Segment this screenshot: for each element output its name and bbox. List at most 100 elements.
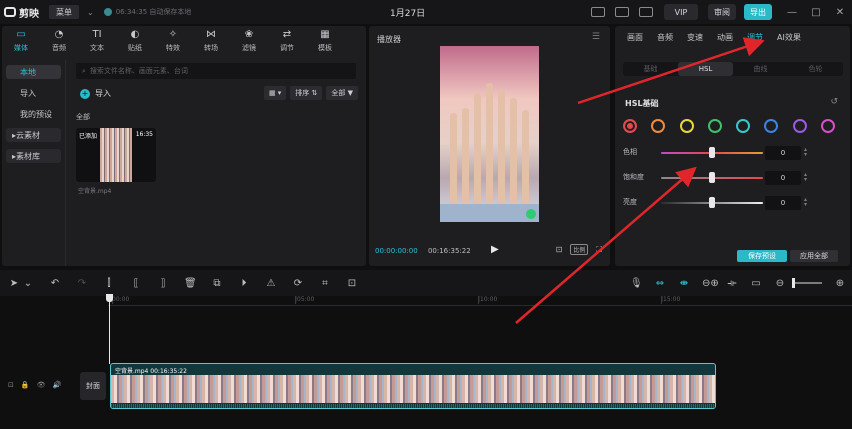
search-input[interactable]: ⌕ 搜索文件名称、画面元素、台词 xyxy=(76,63,356,79)
menu-icon[interactable]: ☰ xyxy=(592,32,600,42)
color-swatch-purple[interactable] xyxy=(792,119,807,133)
undo-icon[interactable]: ↶ xyxy=(49,278,61,289)
color-swatch-cyan[interactable] xyxy=(736,119,751,133)
close-button[interactable]: ✕ xyxy=(828,7,852,18)
main-track-magnet-icon[interactable]: ⇔ xyxy=(654,278,666,289)
fullscreen-icon[interactable]: ⛶ xyxy=(596,245,602,255)
tab-sticker[interactable]: ◐ 贴纸 xyxy=(116,26,154,56)
chevron-down-icon[interactable]: ⌄ xyxy=(87,8,94,17)
reset-icon[interactable]: ↺ xyxy=(830,97,838,107)
tab-text[interactable]: TI 文本 xyxy=(78,26,116,56)
timeline-clip[interactable]: 空背景.mp4 00:16:35:22 xyxy=(110,363,716,409)
adjust-subtab[interactable]: 基础 xyxy=(623,62,678,76)
playhead[interactable] xyxy=(106,294,113,364)
sidebar-item[interactable]: 导入 xyxy=(6,86,61,100)
tab-adjust[interactable]: ⇄ 调节 xyxy=(268,26,306,56)
tab-audio[interactable]: ◔ 音频 xyxy=(40,26,78,56)
color-swatch-green[interactable] xyxy=(707,119,722,133)
inspector-tab[interactable]: 动画 xyxy=(715,32,735,48)
slider-value-input[interactable]: 0 xyxy=(765,171,801,185)
eye-icon[interactable]: 👁 xyxy=(37,381,46,389)
tab-media[interactable]: ▭ 媒体 xyxy=(2,26,40,56)
auto-snap-icon[interactable]: ⇼ xyxy=(678,278,690,289)
video-preview[interactable] xyxy=(440,46,539,222)
tab-template[interactable]: ▦ 模板 xyxy=(306,26,344,56)
crop-icon[interactable]: ⌗ xyxy=(319,278,331,289)
filter-button[interactable]: 全部 ▼ xyxy=(326,86,358,100)
lock-icon[interactable]: 🔒 xyxy=(21,381,30,389)
ratio-button[interactable]: 比例 xyxy=(570,244,589,255)
tab-effects[interactable]: ✧ 特效 xyxy=(154,26,192,56)
freeze-icon[interactable]: ⧉ xyxy=(211,278,223,289)
import-button[interactable]: + 导入 xyxy=(80,88,111,99)
tab-filter[interactable]: ❀ 滤镜 xyxy=(230,26,268,56)
stepper-icon[interactable]: ▴ ▾ xyxy=(804,197,807,208)
clip-label: 空背景.mp4 00:16:35:22 xyxy=(115,368,187,375)
trim-left-icon[interactable]: ⟦ xyxy=(130,278,142,289)
zoom-out-icon[interactable]: ⊖ xyxy=(774,278,786,289)
sidebar-item[interactable]: ▸ 素材库 xyxy=(6,149,61,163)
color-swatch-blue[interactable] xyxy=(764,119,779,133)
slider-knob[interactable] xyxy=(709,197,715,208)
settings-icon[interactable] xyxy=(639,7,653,17)
track-select-icon[interactable]: ⊡ xyxy=(8,381,14,389)
fullscreen-crop-icon[interactable]: ⊡ xyxy=(556,245,563,254)
color-swatch-magenta[interactable] xyxy=(821,119,836,133)
preview-axis-icon[interactable]: ⟛ xyxy=(726,278,738,289)
link-icon[interactable]: ⊖⊕ xyxy=(702,278,719,289)
inspector-tab[interactable]: AI效果 xyxy=(775,32,803,48)
stepper-icon[interactable]: ▴ ▾ xyxy=(804,147,807,158)
cover-button[interactable]: 封面 xyxy=(80,372,106,400)
adjust-subtab[interactable]: HSL xyxy=(678,62,733,76)
stepper-icon[interactable]: ▴ ▾ xyxy=(804,172,807,183)
menu-button[interactable]: 菜单 xyxy=(49,5,79,19)
select-dropdown-icon[interactable]: ⌄ xyxy=(22,278,34,289)
sidebar-item[interactable]: 我的预设 xyxy=(6,107,61,121)
review-button[interactable]: 审阅 xyxy=(708,4,736,20)
zoom-slider-knob[interactable] xyxy=(792,278,795,288)
inspector-tab[interactable]: 变速 xyxy=(685,32,705,48)
view-mode-button[interactable]: ▦ ▾ xyxy=(263,86,287,100)
redo-icon[interactable]: ↷ xyxy=(76,278,88,289)
speaker-icon[interactable]: 🔊 xyxy=(52,381,61,389)
adjust-subtab[interactable]: 曲线 xyxy=(733,62,788,76)
subtitle-icon[interactable]: ▭ xyxy=(750,278,762,289)
apply-all-button[interactable]: 应用全部 xyxy=(790,250,838,262)
sidebar-item[interactable]: ▸ 云素材 xyxy=(6,128,61,142)
record-audio-icon[interactable]: 🎙 xyxy=(630,278,643,289)
slider-knob[interactable] xyxy=(709,147,715,158)
slider-value-input[interactable]: 0 xyxy=(765,146,801,160)
mirror-icon[interactable]: ⚠ xyxy=(265,278,277,289)
inspector-tab[interactable]: 画面 xyxy=(625,32,645,48)
slider-knob[interactable] xyxy=(709,172,715,183)
save-preset-button[interactable]: 保存预设 xyxy=(737,250,787,262)
color-swatch-red[interactable] xyxy=(623,119,637,133)
color-swatch-orange[interactable] xyxy=(651,119,666,133)
slider-value-input[interactable]: 0 xyxy=(765,196,801,210)
minimize-button[interactable]: — xyxy=(780,7,804,18)
smart-crop-icon[interactable]: ⊡ xyxy=(346,278,358,289)
select-tool-icon[interactable]: ➤ xyxy=(8,278,20,289)
tab-transition[interactable]: ⋈ 转场 xyxy=(192,26,230,56)
inspector-tab[interactable]: 音频 xyxy=(655,32,675,48)
keyboard-shortcut-icon[interactable] xyxy=(591,7,605,17)
color-swatch-yellow[interactable] xyxy=(679,119,694,133)
inspector-tab[interactable]: 调节 xyxy=(745,32,765,48)
zoom-in-icon[interactable]: ⊕ xyxy=(834,278,846,289)
trim-right-icon[interactable]: ⟧ xyxy=(157,278,169,289)
maximize-button[interactable]: □ xyxy=(804,7,828,18)
vip-button[interactable]: VIP xyxy=(664,4,698,20)
play-button[interactable]: ▶ xyxy=(491,244,499,255)
layout-icon[interactable] xyxy=(615,7,629,17)
media-thumbnail[interactable]: 已添加 16:35 xyxy=(76,128,156,182)
zoom-slider[interactable] xyxy=(792,278,822,288)
rotate-icon[interactable]: ⟳ xyxy=(292,278,304,289)
delete-icon[interactable]: 🗑 xyxy=(184,278,197,289)
timeline-ruler[interactable]: 00:00 |05:00 |10:00 |15:00 xyxy=(108,296,852,306)
export-button[interactable]: 导出 xyxy=(744,4,772,20)
adjust-subtab[interactable]: 色轮 xyxy=(788,62,843,76)
sort-button[interactable]: 排序 ⇅ xyxy=(290,86,323,100)
sidebar-item[interactable]: 本地 xyxy=(6,65,61,79)
reverse-icon[interactable]: ⏵ xyxy=(238,278,250,289)
split-icon[interactable]: ⫿ xyxy=(103,278,115,289)
